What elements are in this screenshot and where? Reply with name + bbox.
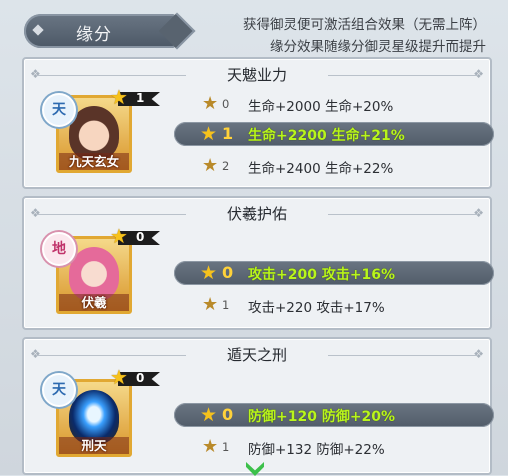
- star-icon: ★: [202, 93, 219, 114]
- star-icon: ★: [110, 85, 128, 109]
- effect-row-active: ★ 0 防御+120 防御+20%: [174, 403, 494, 427]
- effect-level: 0: [222, 263, 234, 282]
- effect-row-active: ★ 0 攻击+200 攻击+16%: [174, 261, 494, 285]
- effect-text: 防御+132 防御+22%: [248, 442, 385, 458]
- effect-level: 1: [222, 440, 230, 454]
- effect-text: 防御+120 防御+20%: [248, 409, 396, 425]
- card-title: 遁天之刑: [24, 343, 490, 367]
- tab-fate[interactable]: 缘分: [24, 14, 176, 48]
- effect-level: 0: [222, 97, 230, 111]
- effect-text: 生命+2400 生命+22%: [248, 161, 394, 177]
- portrait-art: [69, 247, 119, 301]
- portrait-art: [69, 390, 119, 444]
- hint-line-2: 缘分效果随缘分御灵星级提升而提升: [270, 39, 486, 55]
- portrait-name: 九天玄女: [59, 153, 129, 170]
- card-title: 天魃业力: [24, 63, 490, 87]
- element-badge: 地: [42, 232, 76, 266]
- effect-level: 1: [222, 298, 230, 312]
- portrait-name: 伏羲: [59, 294, 129, 311]
- element-badge: 天: [42, 373, 76, 407]
- effect-text: 攻击+200 攻击+16%: [248, 267, 396, 283]
- fate-card-3: ❖ ❖ 遁天之刑 刑天 天 ★ 0 ★ 0 防御+120 防御+20% ★ 1 …: [22, 337, 494, 475]
- effect-text: 生命+2200 生命+21%: [248, 128, 405, 144]
- fate-card-1: ❖ ❖ 天魃业力 九天玄女 天 ★ 1 ★ 0 生命+2000 生命+20% ★…: [22, 57, 494, 189]
- hint-line-1: 获得御灵便可激活组合效果（无需上阵）: [243, 17, 486, 33]
- effect-text: 生命+2000 生命+20%: [248, 99, 394, 115]
- star-count: 1: [136, 91, 145, 105]
- fate-card-2: ❖ ❖ 伏羲护佑 伏羲 地 ★ 0 ★ 0 攻击+200 攻击+16% ★ 1 …: [22, 196, 494, 330]
- effect-row-active: ★ 1 生命+2200 生命+21%: [174, 122, 494, 146]
- fate-header: 缘分 获得御灵便可激活组合效果（无需上阵） 缘分效果随缘分御灵星级提升而提升: [0, 0, 508, 60]
- star-level-badge: ★ 0: [110, 365, 162, 389]
- star-icon: ★: [200, 123, 218, 145]
- star-icon: ★: [202, 155, 219, 176]
- star-icon: ★: [202, 294, 219, 315]
- tab-label: 缘分: [76, 25, 112, 45]
- effect-level: 2: [222, 159, 230, 173]
- star-icon: ★: [200, 404, 218, 426]
- star-level-badge: ★ 0: [110, 224, 162, 248]
- effect-row: ★ 1 防御+132 防御+22%: [174, 435, 494, 459]
- star-icon: ★: [200, 262, 218, 284]
- portrait-art: [69, 106, 119, 160]
- star-icon: ★: [110, 365, 128, 389]
- effect-text: 攻击+220 攻击+17%: [248, 300, 385, 316]
- effect-row: ★ 2 生命+2400 生命+22%: [174, 154, 494, 178]
- effect-row: ★ 0 生命+2000 生命+20%: [174, 92, 494, 116]
- star-icon: ★: [110, 224, 128, 248]
- portrait-name: 刑天: [59, 437, 129, 454]
- star-count: 0: [136, 371, 145, 385]
- diamond-icon: [32, 24, 44, 36]
- effect-level: 0: [222, 405, 234, 424]
- star-count: 0: [136, 230, 145, 244]
- star-icon: ★: [202, 436, 219, 457]
- element-badge: 天: [42, 93, 76, 127]
- effect-row: ★ 1 攻击+220 攻击+17%: [174, 293, 494, 317]
- effect-level: 1: [222, 124, 234, 143]
- card-title: 伏羲护佑: [24, 202, 490, 226]
- star-level-badge: ★ 1: [110, 85, 162, 109]
